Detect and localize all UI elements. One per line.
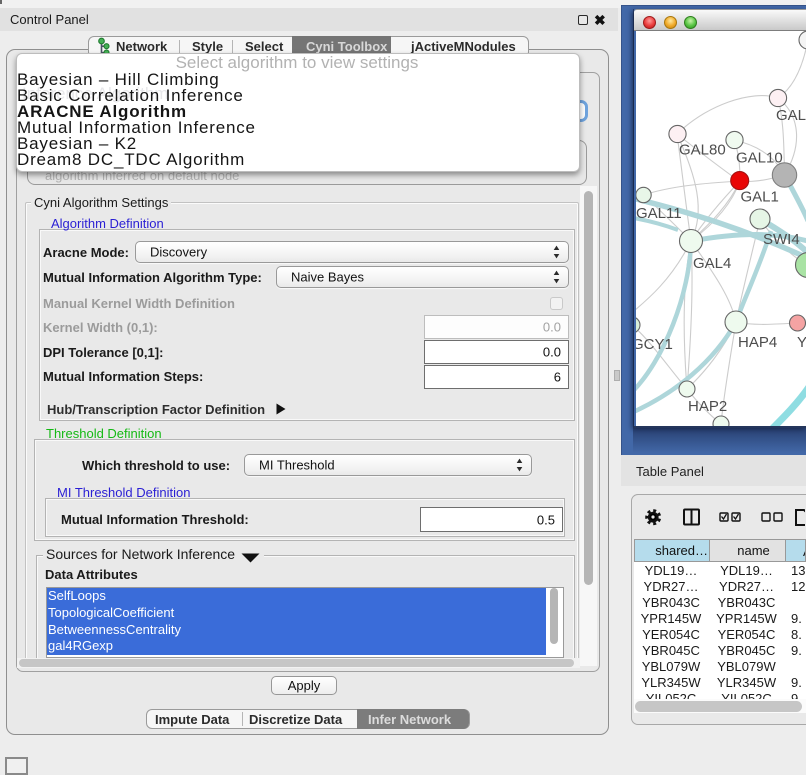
svg-text:GCY1: GCY1 [636,336,673,353]
svg-text:HAP2: HAP2 [688,398,727,415]
svg-text:GAL7: GAL7 [776,107,806,124]
svg-text:GAL11: GAL11 [636,205,682,222]
svg-text:SWI4: SWI4 [763,231,800,248]
svg-text:Y: Y [797,334,806,351]
svg-text:GAL1: GAL1 [741,189,779,206]
svg-text:GAL80: GAL80 [679,142,726,159]
svg-text:HAP4: HAP4 [738,334,777,351]
svg-text:GAL10: GAL10 [736,150,783,167]
svg-text:GAL4: GAL4 [693,255,731,272]
